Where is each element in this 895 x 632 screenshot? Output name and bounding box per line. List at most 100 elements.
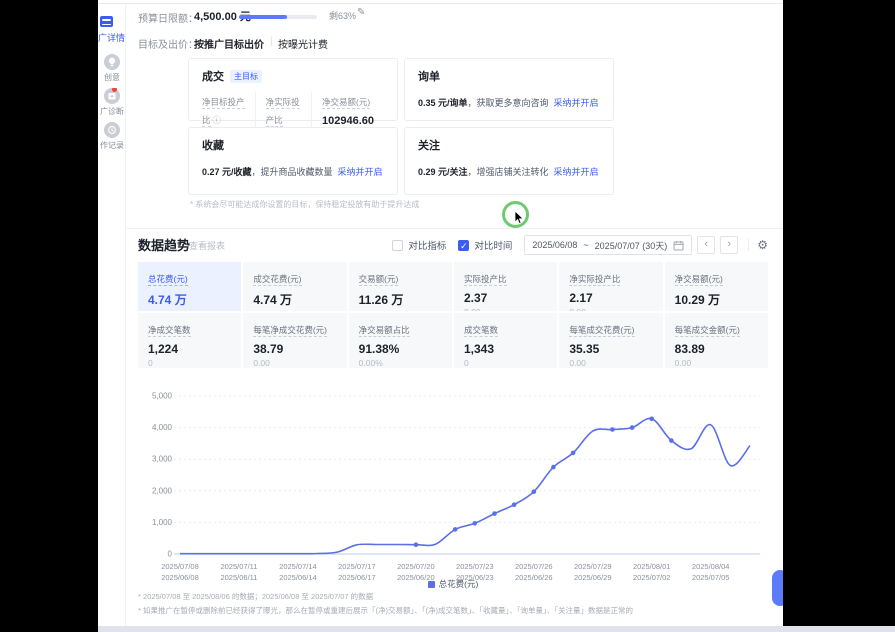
budget-progress-fill [239, 15, 287, 19]
campaign-detail-icon[interactable] [100, 16, 113, 27]
metric-card[interactable]: 净交易额(元)10.29 万0.00 [665, 262, 768, 311]
compare-time-checkbox[interactable] [458, 240, 469, 251]
metric-label: 净实际投产比 [569, 274, 620, 286]
metric-compare-value: 0.00 [464, 307, 547, 311]
prev-period-button[interactable]: ‹ [697, 236, 715, 254]
budget-progress [239, 15, 317, 19]
goal-card-title: 成交 [202, 68, 224, 84]
svg-text:2025/07/20: 2025/07/20 [397, 562, 435, 571]
metric-value: 91.38% [359, 342, 442, 356]
goal-card: 收藏 0.27 元/收藏，提升商品收藏数量采纳并开启 [188, 127, 398, 195]
calendar-icon [673, 240, 684, 251]
metric-card[interactable]: 净交易额占比91.38%0.00% [349, 313, 452, 368]
budget-label: 预算日限额： [138, 10, 198, 25]
legend-swatch [428, 581, 435, 588]
metric-value: 10.29 万 [675, 291, 758, 308]
goal-card-title: 收藏 [202, 137, 224, 153]
sidebar-item-history[interactable]: 作记录 [98, 122, 126, 151]
chart-legend[interactable]: 总花费(元) [138, 578, 768, 590]
svg-text:2025/08/01: 2025/08/01 [633, 562, 671, 571]
metric-compare-value: 0.00 [359, 310, 442, 311]
svg-text:2025/07/14: 2025/07/14 [279, 562, 317, 571]
metric-compare-value: 0.00 [253, 358, 336, 368]
clock-icon [104, 122, 120, 138]
metric-card[interactable]: 成交花费(元)4.74 万0.00 [243, 262, 346, 311]
goal-price: 0.27 元/收藏 [202, 167, 252, 177]
top-divider [98, 3, 783, 4]
metric-card[interactable]: 每笔成交花费(元)35.350.00 [559, 313, 662, 368]
goal-card-desc: 0.35 元/询单，获取更多意向咨询采纳并开启 [418, 96, 600, 109]
compare-metric-label[interactable]: 对比指标 [408, 238, 446, 252]
bottom-scrollbar[interactable] [98, 626, 895, 632]
tab-bid-by-goal[interactable]: 按推广目标出价 [194, 36, 264, 51]
svg-text:2025/08/04: 2025/08/04 [692, 562, 730, 571]
metric-value: 4.74 万 [253, 291, 336, 308]
metric-cards: 总花费(元)4.74 万0.00成交花费(元)4.74 万0.00交易额(元)1… [138, 262, 768, 368]
main-panel: 广详情 创意 广诊断 作记录 预算日限额： 4,500.00 元 剩63% ✎ [98, 0, 783, 632]
adopt-and-enable-link[interactable]: 采纳并开启 [338, 167, 383, 177]
metric-label: 总花费(元) [148, 274, 188, 286]
bulb-icon [104, 54, 120, 70]
svg-text:2025/07/17: 2025/07/17 [338, 562, 376, 571]
section-divider [126, 228, 783, 229]
metric-value: 35.35 [569, 342, 652, 356]
metric-label: 成交笔数 [464, 325, 498, 337]
svg-text:2025/07/23: 2025/07/23 [456, 562, 494, 571]
sidebar-item-creative[interactable]: 创意 [98, 54, 126, 83]
metric-label: 每笔成交金额(元) [675, 325, 740, 337]
goal-desc-text: ，提升商品收藏数量 [252, 167, 333, 177]
metric-label: 实际投产比 [464, 274, 507, 286]
metric-card[interactable]: 净实际投产比2.170.00 [559, 262, 662, 311]
info-icon[interactable]: ⓘ [213, 115, 222, 125]
goal-desc-text: ，增强店铺关注转化 [468, 167, 549, 177]
sidebar-item-diagnose[interactable]: 广诊断 [98, 88, 126, 117]
svg-text:5,000: 5,000 [152, 392, 173, 401]
goal-footnote: * 系统会尽可能达成你设置的目标，保持稳定投放有助于提升达成 [190, 199, 419, 210]
metric-label: 净交易额(元) [675, 274, 723, 286]
metric-label: 交易额(元) [359, 274, 399, 286]
date-range-input[interactable]: 2025/06/08 ~ 2025/07/07 (30天) [524, 235, 692, 255]
metric-value: 38.79 [253, 342, 336, 356]
goal-price: 0.35 元/询单 [418, 98, 468, 108]
metric-card[interactable]: 每笔成交金额(元)83.890.00 [665, 313, 768, 368]
sidebar: 广详情 创意 广诊断 作记录 [98, 4, 126, 632]
next-period-button[interactable]: › [720, 236, 738, 254]
metric-card[interactable]: 成交笔数1,3430 [454, 313, 557, 368]
budget-remaining: 剩63% [329, 9, 356, 22]
metric-card[interactable]: 实际投产比2.370.00 [454, 262, 557, 311]
metric-value: 1,224 [148, 342, 231, 356]
compare-metric-checkbox[interactable] [392, 240, 403, 251]
goal-price: 0.29 元/关注 [418, 167, 468, 177]
adopt-and-enable-link[interactable]: 采纳并开启 [554, 167, 599, 177]
goal-card-desc: 0.29 元/关注，增强店铺关注转化采纳并开启 [418, 165, 600, 178]
metric-compare-value: 0.00 [569, 358, 652, 368]
edit-icon[interactable]: ✎ [357, 7, 365, 18]
metric-compare-value: 0.00% [359, 358, 442, 368]
date-end: 2025/07/07 (30天) [595, 239, 668, 252]
legend-label: 总花费(元) [439, 579, 479, 589]
svg-text:4,000: 4,000 [152, 423, 173, 432]
adopt-and-enable-link[interactable]: 采纳并开启 [554, 98, 599, 108]
sidebar-item-detail[interactable]: 广详情 [98, 31, 126, 44]
metric-card[interactable]: 净成交笔数1,2240 [138, 313, 241, 368]
tab-bid-by-exposure[interactable]: 按曝光计费 [278, 36, 328, 51]
chart-footnote-2: * 如果推广在暂停或删除前已经获得了曝光，那么在暂停或重建后展示「(净)交易额」… [138, 605, 778, 616]
goal-card-desc: 0.27 元/收藏，提升商品收藏数量采纳并开启 [202, 165, 384, 178]
metric-card[interactable]: 总花费(元)4.74 万0.00 [138, 262, 241, 311]
metric-label: 成交花费(元) [253, 274, 301, 286]
svg-text:3,000: 3,000 [152, 455, 173, 464]
view-report-link[interactable]: 查看报表 [189, 239, 225, 252]
date-start: 2025/06/08 [532, 240, 577, 250]
svg-text:2025/07/11: 2025/07/11 [220, 562, 257, 571]
side-float-button[interactable] [772, 570, 783, 606]
compare-time-label[interactable]: 对比时间 [474, 238, 512, 252]
metric-card[interactable]: 交易额(元)11.26 万0.00 [349, 262, 452, 311]
goal-card-title: 询单 [418, 68, 440, 84]
svg-text:2025/07/26: 2025/07/26 [515, 562, 553, 571]
metric-card[interactable]: 每笔净成交花费(元) 38.79 0.00 [243, 313, 346, 368]
metric-label: 每笔净成交花费(元) [253, 325, 327, 337]
metric-value: 2.17 [569, 291, 652, 305]
gear-icon[interactable]: ⚙ [757, 238, 768, 252]
metric-compare-value: 0.00 [675, 358, 758, 368]
trend-title: 数据趋势 [138, 235, 190, 254]
